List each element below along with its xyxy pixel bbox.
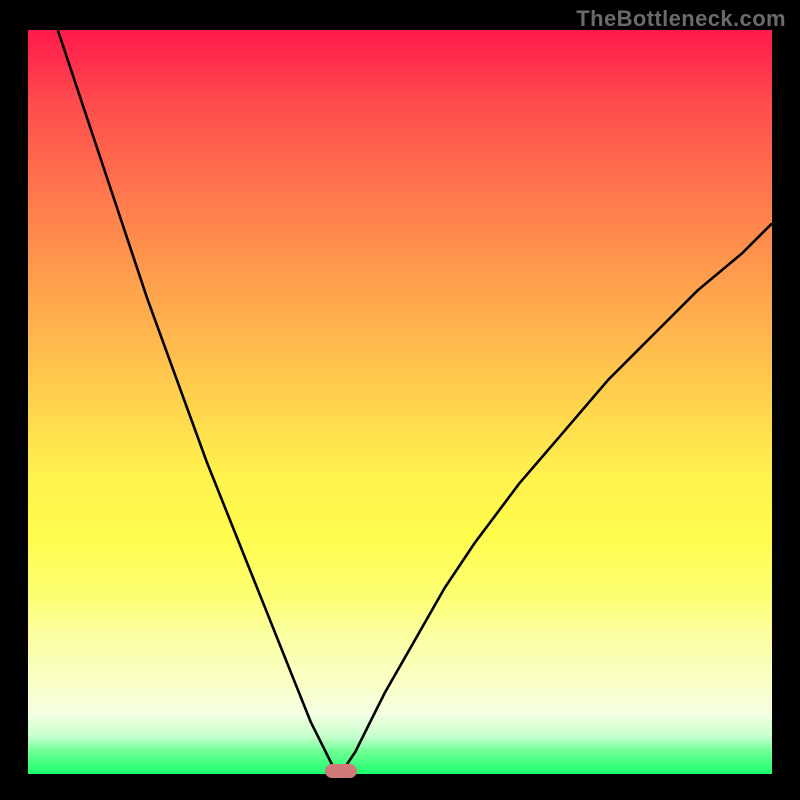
chart-frame: TheBottleneck.com [0, 0, 800, 800]
optimum-marker [325, 764, 357, 778]
plot-area [28, 30, 772, 774]
left-curve-path [58, 30, 341, 774]
right-curve-path [341, 223, 773, 774]
bottleneck-curve [28, 30, 772, 774]
attribution-text: TheBottleneck.com [576, 6, 786, 32]
